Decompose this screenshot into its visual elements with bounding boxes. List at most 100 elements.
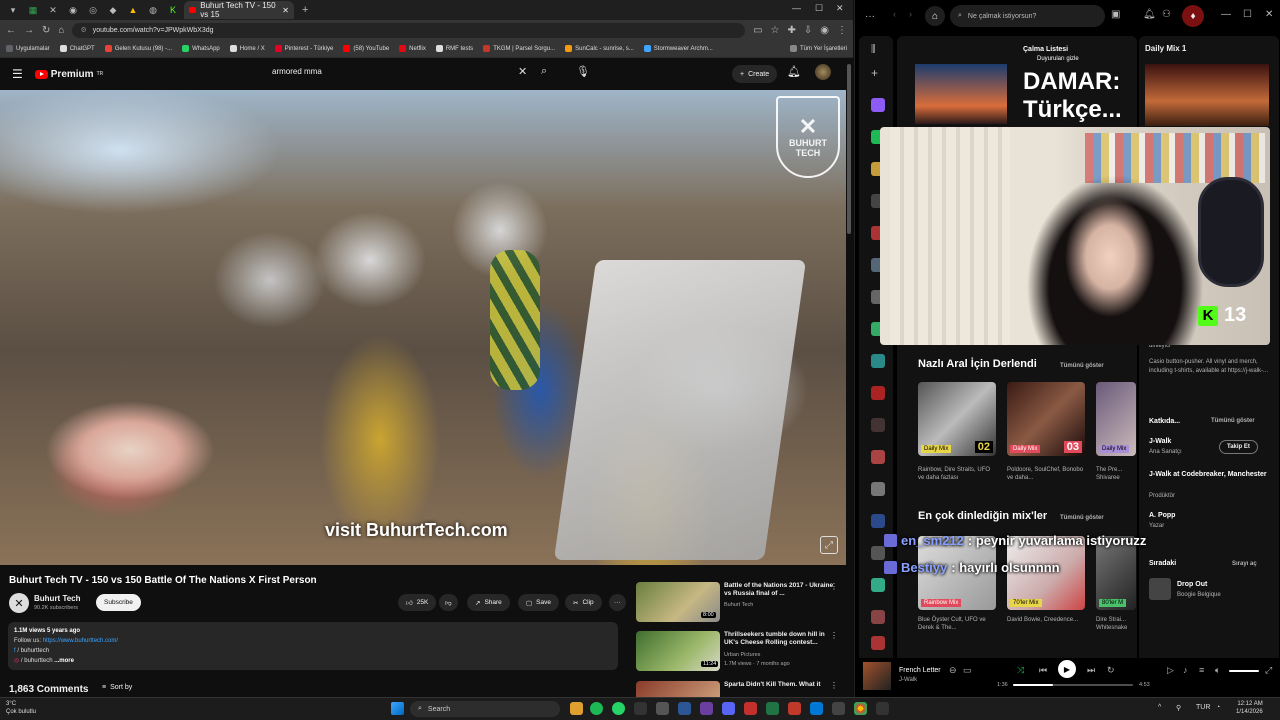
- bookmark-item[interactable]: Pinterest - Türkiye: [274, 45, 333, 52]
- recommendation-item[interactable]: 8:00 Battle of the Nations 2017 - Ukrain…: [636, 582, 846, 626]
- library-item[interactable]: [871, 636, 885, 650]
- recommendation-channel[interactable]: Buhurt Tech: [724, 602, 753, 608]
- tab-drive-icon[interactable]: ▲: [124, 2, 142, 18]
- shuffle-icon[interactable]: ⤨: [1017, 665, 1024, 676]
- youtube-logo[interactable]: Premium TR: [34, 69, 103, 80]
- all-bookmarks[interactable]: Tüm Yer İşaretleri: [789, 45, 847, 52]
- taskbar-app-generic[interactable]: [788, 702, 801, 715]
- queue-artwork[interactable]: [1149, 578, 1171, 600]
- library-item[interactable]: [871, 610, 885, 624]
- channel-avatar[interactable]: ✕: [9, 593, 29, 613]
- create-button[interactable]: + Create: [732, 65, 778, 83]
- hamburger-menu-icon[interactable]: ☰: [12, 67, 23, 81]
- library-item[interactable]: [871, 418, 885, 432]
- menu-kebab-icon[interactable]: ⋮: [837, 25, 847, 36]
- track-artist[interactable]: J-Walk: [899, 677, 917, 683]
- cast-icon[interactable]: ▭: [963, 665, 972, 676]
- maximize-icon[interactable]: ☐: [815, 3, 823, 14]
- clear-search-icon[interactable]: ✕: [518, 65, 527, 78]
- credit-name[interactable]: A. Popp: [1149, 512, 1175, 519]
- open-queue-link[interactable]: Sırayı aç: [1232, 561, 1257, 567]
- track-title[interactable]: French Letter: [899, 667, 941, 674]
- taskbar-app-chrome[interactable]: [854, 702, 867, 715]
- search-input[interactable]: armored mma: [272, 67, 322, 76]
- recommendation-thumbnail[interactable]: [636, 681, 720, 697]
- forward-icon[interactable]: ›: [909, 9, 912, 19]
- minimize-icon[interactable]: —: [1221, 9, 1231, 20]
- bookmark-item[interactable]: Uygulamalar: [6, 45, 50, 52]
- cast-icon[interactable]: ▭: [753, 25, 762, 36]
- download-icon[interactable]: ⇩: [804, 25, 812, 36]
- microphone-icon[interactable]: 🎙︎: [576, 65, 590, 78]
- bookmark-item[interactable]: Gelen Kutusu (98) -...: [104, 45, 172, 52]
- search-icon[interactable]: ⌕: [541, 65, 547, 78]
- repeat-icon[interactable]: ↻: [1107, 665, 1115, 676]
- notifications-bell-icon[interactable]: 🔔︎: [787, 65, 801, 78]
- tray-icon[interactable]: ⚲: [1176, 704, 1181, 712]
- mix-card[interactable]: Daily Mix: [1096, 382, 1136, 456]
- library-item[interactable]: [871, 482, 885, 496]
- wifi-icon[interactable]: ◔: [1216, 704, 1220, 711]
- forward-icon[interactable]: →: [24, 25, 34, 36]
- now-playing-view-icon[interactable]: ▷: [1167, 665, 1174, 676]
- tab-x-icon[interactable]: ✕: [44, 2, 62, 18]
- recommendation-title[interactable]: Battle of the Nations 2017 - Ukraine vs …: [724, 582, 834, 598]
- language-indicator[interactable]: TUR: [1196, 704, 1210, 711]
- queue-artist[interactable]: Boogie Belgique: [1177, 591, 1221, 600]
- site-info-icon[interactable]: ⚙: [80, 26, 86, 34]
- recommendation-title[interactable]: Sparta Didn't Kill Them. What it: [724, 681, 834, 689]
- library-item[interactable]: [871, 98, 885, 112]
- share-button[interactable]: ↗ Share: [467, 594, 510, 611]
- clip-button[interactable]: ✂ Clip: [565, 594, 602, 611]
- taskbar-app-generic[interactable]: [832, 702, 845, 715]
- recommendation-title[interactable]: Thrillseekers tumble down hill in UK's C…: [724, 631, 834, 647]
- bookmark-star-icon[interactable]: ☆: [771, 25, 780, 36]
- back-icon[interactable]: ←: [6, 25, 16, 36]
- hide-announcements[interactable]: Duyuruları gizle: [1037, 56, 1079, 62]
- subscribe-button[interactable]: Subscribe: [96, 594, 141, 611]
- browse-icon[interactable]: ▣: [1111, 9, 1120, 20]
- reload-icon[interactable]: ↻: [42, 25, 50, 36]
- bookmark-item[interactable]: ChatGPT: [59, 45, 95, 52]
- taskbar-app-explorer[interactable]: [570, 702, 583, 715]
- tab-generic-icon[interactable]: ◆: [104, 2, 122, 18]
- show-all-link[interactable]: Tümünü göster: [1060, 363, 1104, 369]
- bookmark-item[interactable]: TKGM | Parsel Sorgu...: [483, 45, 555, 52]
- tray-chevron-icon[interactable]: ^: [1158, 704, 1161, 711]
- playlist-cover[interactable]: [915, 64, 1007, 124]
- bookmark-item[interactable]: RMF tests: [435, 45, 473, 52]
- more-actions-button[interactable]: ···: [609, 594, 626, 611]
- panel-artwork[interactable]: [1145, 64, 1269, 126]
- more-link[interactable]: ...more: [54, 658, 74, 664]
- previous-icon[interactable]: ⏮︎: [1039, 665, 1047, 676]
- taskbar-app-generic[interactable]: [744, 702, 757, 715]
- credit-name[interactable]: J-Walk at Codebreaker, Manchester: [1149, 470, 1269, 480]
- scrollbar-thumb[interactable]: [847, 64, 851, 234]
- lyrics-icon[interactable]: ♪: [1183, 665, 1188, 675]
- show-all-link[interactable]: Tümünü göster: [1060, 515, 1104, 521]
- volume-slider[interactable]: [1229, 670, 1259, 672]
- system-clock[interactable]: 12:12 AM 1/14/2026: [1236, 700, 1263, 716]
- bookmark-item[interactable]: (58) YouTube: [343, 45, 389, 52]
- tab-kick-icon[interactable]: K: [164, 2, 182, 18]
- like-button[interactable]: 👍︎ 25K: [398, 594, 437, 611]
- tab-globe-icon[interactable]: ◍: [144, 2, 162, 18]
- recommendation-channel[interactable]: Urban Pictures: [724, 652, 760, 658]
- more-vert-icon[interactable]: ⋮: [830, 681, 838, 690]
- taskbar-app-generic[interactable]: [656, 702, 669, 715]
- new-tab-icon[interactable]: +: [302, 4, 308, 16]
- tab-close-icon[interactable]: ✕: [282, 6, 289, 15]
- queue-icon[interactable]: ≡: [1199, 665, 1204, 675]
- section-title[interactable]: En çok dinlediğin mix'ler: [918, 510, 1047, 522]
- more-vert-icon[interactable]: ⋮: [830, 631, 838, 640]
- bookmark-item[interactable]: SunCalc - sunrise, s...: [565, 45, 634, 52]
- bookmark-item[interactable]: Home / X: [229, 45, 265, 52]
- social-link-1[interactable]: / buhurttech: [17, 648, 49, 654]
- follow-link[interactable]: https://www.buhurttech.com/: [43, 638, 118, 644]
- play-button[interactable]: ▶: [1058, 660, 1076, 678]
- playlist-title[interactable]: DAMAR: Türkçe...: [1023, 68, 1133, 124]
- create-playlist-icon[interactable]: +: [871, 66, 885, 80]
- library-item[interactable]: [871, 514, 885, 528]
- fullscreen-icon[interactable]: ⤢: [1265, 665, 1272, 676]
- bookmark-item[interactable]: WhatsApp: [182, 45, 220, 52]
